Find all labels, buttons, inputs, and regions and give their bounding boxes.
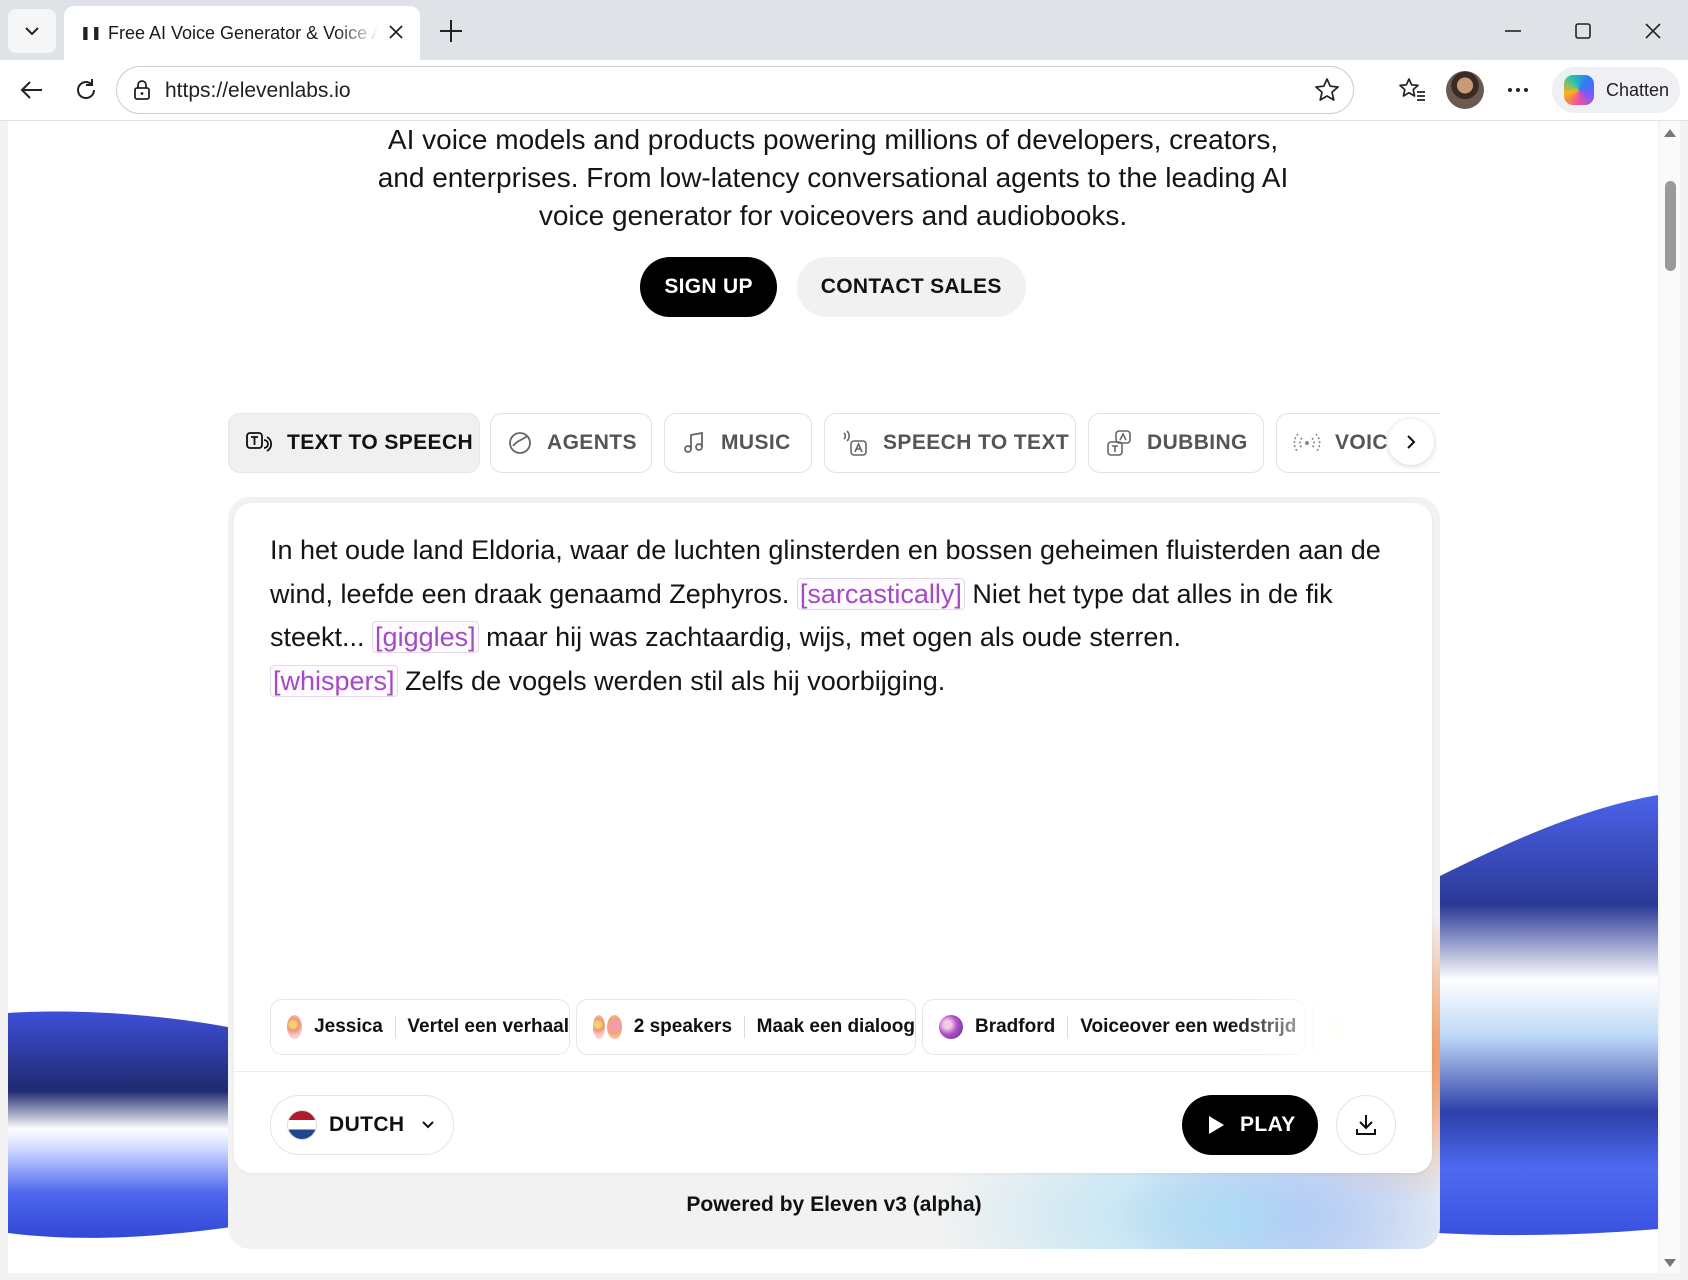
browser-tab-active[interactable]: ❚❚ Free AI Voice Generator & Voice Agent… xyxy=(64,6,420,60)
left-wave-decoration xyxy=(8,1011,238,1238)
tab-label: TEXT TO SPEECH xyxy=(287,431,474,454)
chips-fade xyxy=(1230,999,1398,1055)
chip-divider xyxy=(1067,1016,1069,1038)
preset-task: Maak een dialoog xyxy=(756,1016,915,1037)
hero-line: voice generator for voiceovers and audio… xyxy=(538,200,1128,231)
tab-music[interactable]: MUSIC xyxy=(664,413,812,473)
browser-toolbar: https://elevenlabs.io Chatten xyxy=(0,60,1688,121)
preset-chips: Jessica Vertel een verhaal 2 speakers Ma… xyxy=(270,999,1398,1055)
chevron-down-icon xyxy=(421,1121,434,1129)
right-wave-decoration xyxy=(1438,795,1658,1236)
tabs-next-button[interactable] xyxy=(1388,419,1434,465)
hero-description: AI voice models and products powering mi… xyxy=(8,121,1658,235)
tab-dubbing[interactable]: DUBBING xyxy=(1088,413,1264,473)
chip-divider xyxy=(744,1016,745,1038)
download-icon xyxy=(1356,1115,1376,1135)
voice-icon xyxy=(1293,433,1321,453)
editor-text: maar hij was zachtaardig, wijs, met ogen… xyxy=(478,622,1181,652)
copilot-icon xyxy=(1564,75,1594,105)
preset-task: Vertel een verhaal xyxy=(407,1016,569,1037)
tts-demo-card: In het oude land Eldoria, waar de luchte… xyxy=(234,503,1432,1173)
voice-avatar xyxy=(593,1015,606,1039)
close-icon[interactable] xyxy=(386,22,406,42)
tab-label: DUBBING xyxy=(1147,431,1248,454)
tab-agents[interactable]: AGENTS xyxy=(490,413,652,473)
speech-to-text-icon xyxy=(843,430,867,456)
back-button[interactable] xyxy=(14,72,50,108)
reload-icon xyxy=(77,79,96,99)
sign-up-button[interactable]: SIGN UP xyxy=(640,257,777,317)
tab-title: Free AI Voice Generator & Voice Agents P… xyxy=(108,22,378,43)
voice-name: 2 speakers xyxy=(633,1016,733,1037)
chevron-right-icon xyxy=(1407,435,1416,449)
page-scrollbar[interactable] xyxy=(1660,121,1680,1273)
tab-label: SPEECH TO TEXT xyxy=(883,431,1070,454)
minimize-icon[interactable] xyxy=(1496,14,1530,48)
audio-tag: [giggles] xyxy=(372,621,479,653)
dubbing-icon xyxy=(1107,430,1131,456)
powered-by-label: Powered by Eleven v3 (alpha) xyxy=(686,1193,982,1216)
language-selector[interactable]: DUTCH xyxy=(270,1095,454,1155)
chat-label: Chatten xyxy=(1606,79,1670,100)
arrow-left-icon xyxy=(20,81,42,99)
address-bar[interactable]: https://elevenlabs.io xyxy=(116,66,1354,114)
pause-icon: ❚❚ xyxy=(80,25,102,40)
cta-row: SIGN UP CONTACT SALES xyxy=(8,257,1658,317)
tab-label: MUSIC xyxy=(721,431,791,454)
voice-avatar xyxy=(939,1015,963,1039)
more-options-button[interactable] xyxy=(1500,72,1536,108)
tts-text-editor[interactable]: In het oude land Eldoria, waar de luchte… xyxy=(270,529,1400,703)
download-button[interactable] xyxy=(1336,1095,1396,1155)
voice-avatar xyxy=(607,1015,622,1039)
window-close-icon[interactable] xyxy=(1636,14,1670,48)
page-viewport: AI voice models and products powering mi… xyxy=(8,121,1658,1273)
tab-speech-to-text[interactable]: SPEECH TO TEXT xyxy=(824,413,1076,473)
new-tab-icon[interactable] xyxy=(434,14,468,48)
tab-text-to-speech[interactable]: TEXT TO SPEECH xyxy=(228,413,480,473)
agents-icon xyxy=(509,432,531,454)
play-label: PLAY xyxy=(1240,1113,1296,1136)
audio-tag: [sarcastically] xyxy=(796,577,965,610)
preset-chip[interactable]: 2 speakers Maak een dialoog xyxy=(576,999,916,1055)
preset-chip[interactable]: Jessica Vertel een verhaal xyxy=(270,999,570,1055)
product-tabs: TEXT TO SPEECH AGENTS MUSIC SPEECH TO TE… xyxy=(228,413,1440,473)
favorites-button[interactable] xyxy=(1394,72,1430,108)
tab-list-button[interactable] xyxy=(8,9,56,53)
play-button[interactable]: PLAY xyxy=(1182,1095,1318,1155)
play-icon xyxy=(1209,1116,1224,1134)
netherlands-flag-icon xyxy=(287,1110,317,1140)
music-note-icon xyxy=(684,431,703,453)
editor-text: Zelfs de vogels werden stil als hij voor… xyxy=(397,665,946,696)
url-text[interactable]: https://elevenlabs.io xyxy=(165,79,351,103)
hero-line: and enterprises. From low-latency conver… xyxy=(377,162,1289,193)
scroll-thumb[interactable] xyxy=(1665,181,1676,271)
contact-sales-button[interactable]: CONTACT SALES xyxy=(796,257,1026,317)
chip-divider xyxy=(394,1016,396,1038)
more-horizontal-icon xyxy=(1508,88,1528,92)
star-icon[interactable] xyxy=(1313,76,1341,104)
scroll-down-arrow[interactable] xyxy=(1664,1259,1676,1267)
voice-name: Jessica xyxy=(314,1016,383,1037)
maximize-icon[interactable] xyxy=(1566,14,1600,48)
reload-button[interactable] xyxy=(68,72,104,108)
language-label: DUTCH xyxy=(329,1113,405,1136)
browser-tab-strip: ❚❚ Free AI Voice Generator & Voice Agent… xyxy=(0,0,1688,60)
voice-avatar xyxy=(287,1015,303,1039)
chevron-down-icon xyxy=(25,27,39,36)
voice-name: Bradford xyxy=(975,1016,1056,1037)
profile-avatar[interactable] xyxy=(1446,71,1484,109)
scroll-up-arrow[interactable] xyxy=(1664,129,1676,137)
text-to-speech-icon xyxy=(246,432,273,452)
tab-label: AGENTS xyxy=(547,431,637,454)
hero-line: AI voice models and products powering mi… xyxy=(387,124,1279,155)
lock-icon[interactable] xyxy=(131,79,153,101)
copilot-chat-button[interactable]: Chatten xyxy=(1552,67,1680,113)
card-divider xyxy=(234,1071,1432,1072)
tts-demo-panel: In het oude land Eldoria, waar de luchte… xyxy=(228,497,1440,1249)
audio-tag: [whispers] xyxy=(270,664,398,697)
favorites-list-icon xyxy=(1399,78,1425,101)
